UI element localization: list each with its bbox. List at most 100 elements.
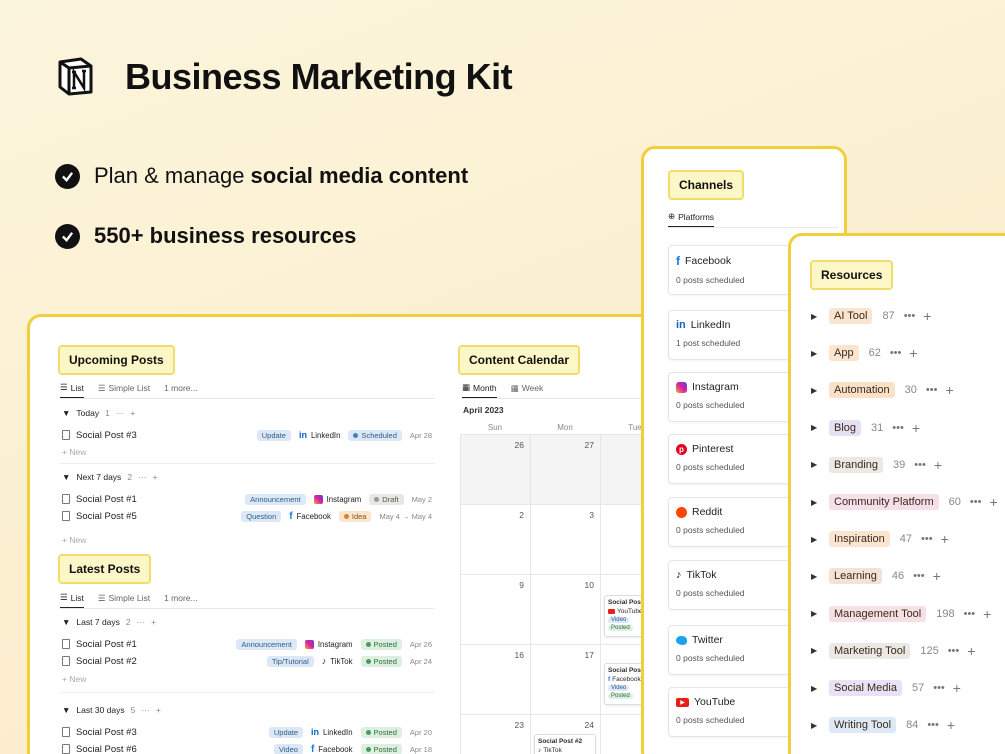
more-options-icon[interactable]: ••• [933,682,945,694]
toggle-triangle-icon[interactable]: ▶ [811,721,829,730]
more-options-icon[interactable]: ••• [914,459,926,471]
add-icon[interactable]: + [947,717,955,733]
new-row-button[interactable]: + New [62,674,86,684]
calendar-day[interactable]: 2 [461,505,531,575]
notion-logo-icon [58,57,93,96]
toggle-triangle-icon[interactable]: ▶ [811,684,829,693]
page-icon [62,744,70,754]
calendar-day[interactable]: 9 [461,575,531,645]
resource-group-row[interactable]: ▶ Marketing Tool 125 ••• + [811,642,975,659]
more-options-icon[interactable]: ••• [970,496,982,508]
resource-group-row[interactable]: ▶ Social Media 57 ••• + [811,680,961,696]
more-options-icon[interactable]: ••• [892,422,904,434]
new-row-button[interactable]: + New [62,447,86,457]
table-row[interactable]: Social Post #1 Announcement Instagram Dr… [62,491,432,507]
table-row[interactable]: Social Post #5 Question f Facebook Idea M… [62,508,432,524]
add-icon[interactable]: + [967,643,975,659]
tab-simple-list[interactable]: ☰ Simple List [98,383,150,398]
group-today[interactable]: ▼ Today 1 ··· + [62,408,135,418]
add-icon[interactable]: + [909,345,917,361]
check-circle-icon [55,223,80,249]
add-icon[interactable]: + [945,382,953,398]
twitter-icon [676,635,687,645]
more-options-icon[interactable]: ••• [913,570,925,582]
group-last-30-days[interactable]: ▼ Last 30 days 5 ··· + [62,705,161,715]
toggle-triangle-icon[interactable]: ▶ [811,312,829,321]
more-options-icon[interactable]: ••• [904,310,916,322]
resource-group-row[interactable]: ▶ Automation 30 ••• + [811,382,954,399]
toggle-triangle-icon[interactable]: ▶ [811,498,829,507]
youtube-icon: ▶ [676,697,689,707]
toggle-triangle-icon[interactable]: ▶ [811,609,829,618]
tab-more[interactable]: 1 more... [164,593,198,607]
toggle-triangle-icon[interactable]: ▶ [811,386,829,395]
resource-tag: App [829,345,859,362]
table-row[interactable]: Social Post #6 Video f Facebook Posted Ap… [62,741,432,754]
calendar-day[interactable]: 17 [531,645,601,715]
resource-group-row[interactable]: ▶ Inspiration 47 ••• + [811,531,949,548]
add-icon[interactable]: + [933,568,941,584]
tab-list[interactable]: ☰ List [60,382,84,398]
linkedin-icon: in [298,430,307,440]
tab-platforms[interactable]: ⊕ Platforms [668,211,715,227]
resource-group-row[interactable]: ▶ Blog 31 ••• + [811,419,920,436]
tab-more[interactable]: 1 more... [164,383,198,397]
resource-group-row[interactable]: ▶ Writing Tool 84 ••• + [811,717,955,734]
tab-week[interactable]: ▦ Week [511,383,544,398]
tab-month[interactable]: ▦ Month [462,382,497,398]
group-last-7-days[interactable]: ▼ Last 7 days 2 ··· + [62,617,156,627]
table-row[interactable]: Social Post #3 Update in LinkedIn Posted … [62,724,432,740]
add-icon[interactable]: + [934,457,942,473]
add-icon[interactable]: + [989,494,997,510]
calendar-day[interactable]: 24 Social Post #2 ♪ TikTok [531,715,601,754]
resource-count: 47 [899,533,913,546]
group-next-7-days[interactable]: ▼ Next 7 days 2 ··· + [62,472,158,482]
add-icon[interactable]: + [983,606,991,622]
instagram-icon [676,381,687,393]
resource-group-row[interactable]: ▶ AI Tool 87 ••• + [811,308,931,324]
add-icon[interactable]: + [941,531,949,547]
more-options-icon[interactable]: ••• [921,533,933,545]
resource-group-row[interactable]: ▶ App 62 ••• + [811,345,918,362]
table-row[interactable]: Social Post #3 Update in LinkedIn Schedul… [62,427,432,443]
more-options-icon[interactable]: ••• [927,719,939,731]
facebook-icon: f [310,743,315,754]
new-row-button[interactable]: + New [62,535,86,545]
resource-group-row[interactable]: ▶ Learning 46 ••• + [811,568,941,585]
calendar-day[interactable]: 10 [531,575,601,645]
toggle-triangle-icon[interactable]: ▶ [811,423,829,432]
more-options-icon[interactable]: ••• [926,384,938,396]
table-row[interactable]: Social Post #2 Tip/Tutorial ♪ TikTok Post… [62,653,432,669]
calendar-day[interactable]: 16 [461,645,531,715]
more-options-icon[interactable]: ••• [964,608,976,620]
resource-count: 60 [948,496,961,508]
calendar-day[interactable]: 27 [531,435,601,505]
calendar-day[interactable]: 23 [461,715,531,754]
calendar-day[interactable]: 3 [531,505,601,575]
resources-panel: Resources ▶ AI Tool 87 ••• + ▶ App 62 ••• + ▶ Autom… [788,233,1005,754]
table-row[interactable]: Social Post #1 Announcement Instagram Po… [62,636,432,652]
more-options-icon[interactable]: ••• [890,347,902,359]
toggle-triangle-icon[interactable]: ▶ [811,646,829,655]
resource-group-row[interactable]: ▶ Branding 39 ••• + [811,456,942,473]
calendar-day[interactable]: 26 [461,435,531,505]
toggle-triangle-icon[interactable]: ▶ [811,535,829,544]
content-calendar-heading: Content Calendar [458,345,581,375]
resource-group-row[interactable]: ▶ Community Platform 60 ••• + [811,494,998,510]
add-icon[interactable]: + [923,308,931,324]
add-icon[interactable]: + [953,680,961,696]
toggle-triangle-icon[interactable]: ▶ [811,349,829,358]
upcoming-posts-heading: Upcoming Posts [58,345,175,375]
more-options-icon[interactable]: ••• [948,645,960,657]
toggle-triangle-icon[interactable]: ▶ [811,572,829,581]
resource-tag: AI Tool [829,308,873,324]
toggle-triangle-icon[interactable]: ▶ [811,460,829,469]
tab-simple-list[interactable]: ☰ Simple List [98,593,150,608]
resource-group-row[interactable]: ▶ Management Tool 198 ••• + [811,605,991,622]
tab-list[interactable]: ☰ List [60,592,84,608]
calendar-post-card[interactable]: Social Post #2 ♪ TikTok [534,734,596,754]
resource-tag: Branding [829,456,884,473]
add-icon[interactable]: + [912,420,920,436]
page-icon [62,494,70,504]
resource-tag: Learning [829,568,882,585]
